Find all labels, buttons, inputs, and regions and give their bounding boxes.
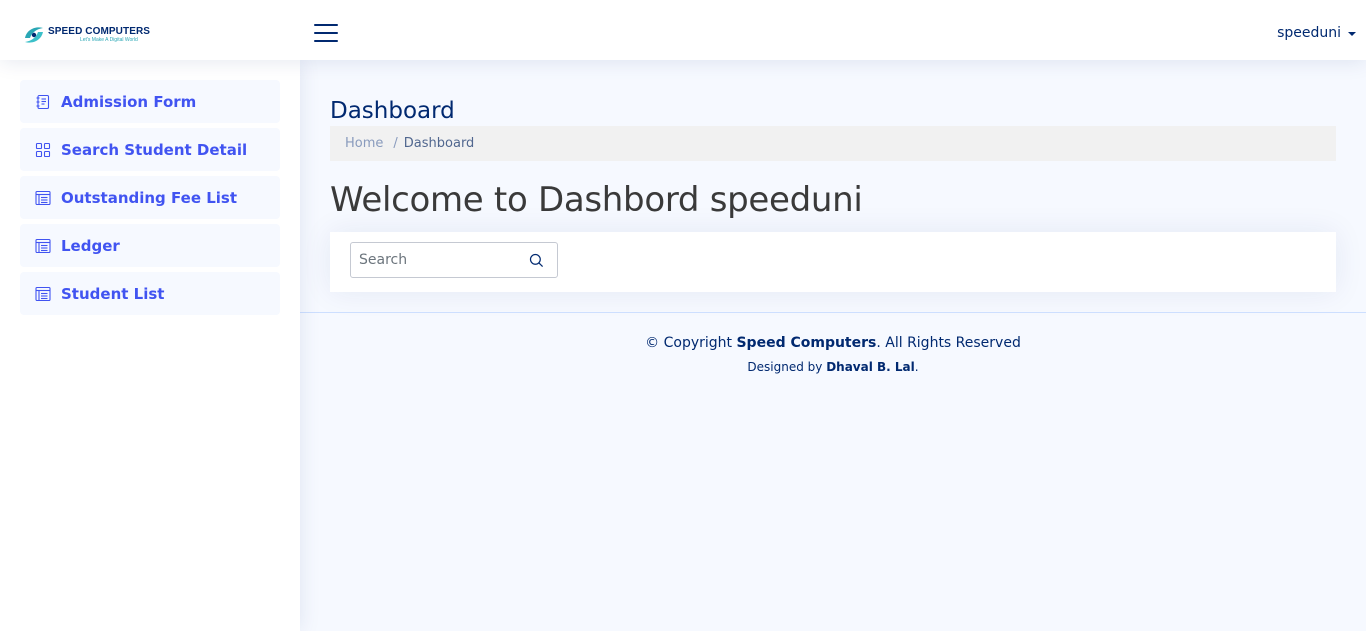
designer-name: Dhaval B. Lal	[826, 360, 915, 374]
sidebar: Admission Form Search Student Detail Out…	[0, 60, 300, 631]
breadcrumb: Home / Dashboard	[330, 126, 1336, 161]
list-layout-icon	[35, 286, 51, 302]
welcome-heading: Welcome to Dashbord speeduni	[330, 180, 863, 220]
copyright-prefix: © Copyright	[645, 335, 733, 351]
sidebar-item-student-list[interactable]: Student List	[20, 272, 280, 315]
user-dropdown[interactable]: speeduni	[1277, 25, 1356, 41]
sidebar-item-ledger[interactable]: Ledger	[20, 224, 280, 267]
sidebar-item-label: Ledger	[61, 236, 120, 255]
designer-credit: Designed by Dhaval B. Lal.	[300, 358, 1366, 376]
designed-suffix: .	[914, 360, 919, 374]
search-icon[interactable]	[521, 243, 551, 277]
search-input[interactable]	[351, 243, 521, 277]
sidebar-item-label: Student List	[61, 284, 165, 303]
sidebar-item-label: Outstanding Fee List	[61, 188, 238, 207]
copyright-line: © Copyright Speed Computers. All Rights …	[300, 334, 1366, 352]
chevron-down-icon	[1348, 31, 1356, 36]
breadcrumb-current: Dashboard	[403, 136, 475, 151]
logo-icon	[22, 23, 46, 47]
breadcrumb-separator: /	[393, 136, 398, 151]
search-form	[350, 242, 558, 278]
list-layout-icon	[35, 238, 51, 254]
company-name: Speed Computers	[736, 335, 877, 351]
footer: © Copyright Speed Computers. All Rights …	[300, 312, 1366, 376]
logo-tagline: Let's Make A Digital World	[80, 37, 138, 43]
user-name: speeduni	[1277, 25, 1341, 41]
sidebar-item-label: Admission Form	[61, 92, 197, 111]
grid-icon	[35, 142, 51, 158]
sidebar-item-search-student-detail[interactable]: Search Student Detail	[20, 128, 280, 171]
designed-prefix: Designed by	[747, 360, 823, 374]
list-layout-icon	[35, 190, 51, 206]
breadcrumb-home-link[interactable]: Home	[345, 136, 383, 151]
search-card	[330, 232, 1336, 292]
page-title: Dashboard	[330, 98, 455, 124]
logo[interactable]: SPEED COMPUTERS Let's Make A Digital Wor…	[22, 23, 150, 47]
sidebar-toggle-menu-icon[interactable]	[314, 24, 338, 46]
top-header: SPEED COMPUTERS Let's Make A Digital Wor…	[0, 0, 1366, 60]
sidebar-item-admission-form[interactable]: Admission Form	[20, 80, 280, 123]
copyright-suffix: . All Rights Reserved	[876, 335, 1021, 351]
journal-text-icon	[35, 94, 51, 110]
logo-title: SPEED COMPUTERS	[48, 26, 151, 37]
main-content: Dashboard Home / Dashboard Welcome to Da…	[300, 60, 1366, 631]
sidebar-item-label: Search Student Detail	[61, 140, 248, 159]
sidebar-item-outstanding-fee-list[interactable]: Outstanding Fee List	[20, 176, 280, 219]
